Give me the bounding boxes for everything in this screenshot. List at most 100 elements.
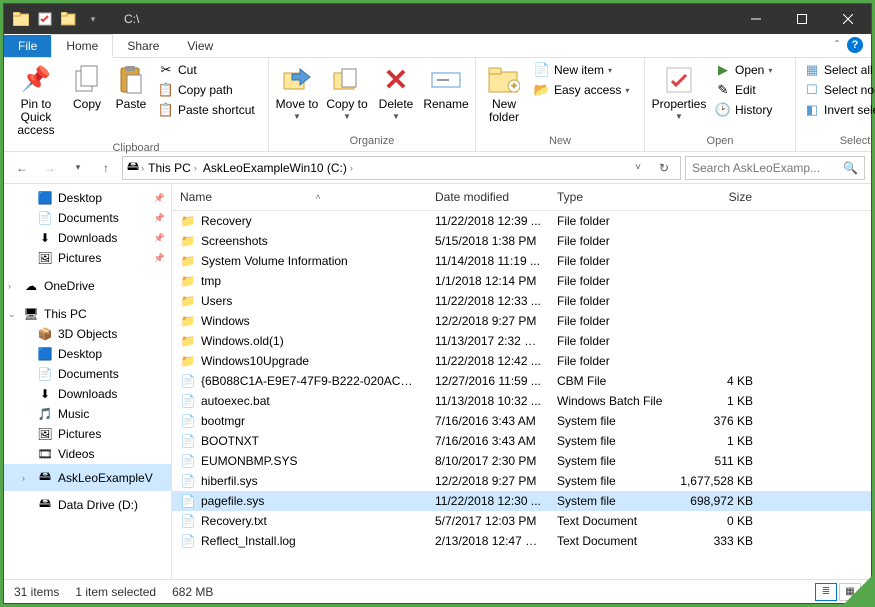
recent-locations-button[interactable]: ▾ [66, 156, 90, 180]
col-size[interactable]: Size [671, 184, 761, 210]
titlebar: ▾ C:\ [4, 4, 871, 34]
nav-item[interactable]: ›🖴Data Drive (D:) [4, 491, 171, 518]
help-icon[interactable]: ? [847, 37, 863, 53]
delete-button[interactable]: ✕ Delete▼ [373, 60, 419, 126]
file-row[interactable]: 📄{6B088C1A-E9E7-47F9-B222-020AC7154B...1… [172, 371, 871, 391]
file-row[interactable]: 📁Recovery11/22/2018 12:39 ...File folder [172, 211, 871, 231]
file-row[interactable]: 📄BOOTNXT7/16/2016 3:43 AMSystem file1 KB [172, 431, 871, 451]
nav-item[interactable]: ›⬇Downloads [4, 384, 171, 404]
invert-selection-button[interactable]: ◧Invert selection [800, 100, 875, 120]
explorer-icon [10, 8, 32, 30]
delete-icon: ✕ [380, 64, 412, 96]
file-row[interactable]: 📄bootmgr7/16/2016 3:43 AMSystem file376 … [172, 411, 871, 431]
col-type[interactable]: Type [549, 184, 671, 210]
move-to-button[interactable]: Move to▼ [273, 60, 321, 126]
nav-item[interactable]: ›📄Documents [4, 364, 171, 384]
nav-item[interactable]: ›🟦Desktop [4, 188, 171, 208]
file-row[interactable]: 📁Windows.old(1)11/13/2017 2:32 PMFile fo… [172, 331, 871, 351]
tab-share[interactable]: Share [113, 35, 173, 57]
file-list[interactable]: Name˄ Date modified Type Size 📁Recovery1… [172, 184, 871, 579]
address-dropdown-icon[interactable]: ˅ [626, 156, 650, 180]
crumb-drive[interactable]: AskLeoExampleWin10 (C:)› [201, 161, 355, 175]
file-row[interactable]: 📄hiberfil.sys12/2/2018 9:27 PMSystem fil… [172, 471, 871, 491]
status-size: 682 MB [172, 585, 213, 599]
new-item-icon: 📄 [534, 62, 550, 78]
new-item-button[interactable]: 📄New item▾ [530, 60, 640, 80]
file-row[interactable]: 📄Recovery.txt5/7/2017 12:03 PMText Docum… [172, 511, 871, 531]
pin-to-quick-access-button[interactable]: 📌 Pin to Quick access [8, 60, 64, 142]
minimize-button[interactable] [733, 4, 779, 34]
qat-newfolder-icon[interactable] [58, 8, 80, 30]
close-button[interactable] [825, 4, 871, 34]
nav-item[interactable]: ›🟦Desktop [4, 344, 171, 364]
up-button[interactable]: ↑ [94, 156, 118, 180]
history-button[interactable]: 🕑History [711, 100, 791, 120]
qat-properties-icon[interactable] [34, 8, 56, 30]
details-view-button[interactable]: ≣ [815, 583, 837, 601]
paste-shortcut-button[interactable]: 📋Paste shortcut [154, 100, 264, 120]
refresh-button[interactable]: ↻ [652, 156, 676, 180]
navigation-pane[interactable]: ›🟦Desktop›📄Documents›⬇Downloads›🖼Picture… [4, 184, 172, 579]
file-row[interactable]: 📁tmp1/1/2018 12:14 PMFile folder [172, 271, 871, 291]
open-button[interactable]: ▶Open▾ [711, 60, 791, 80]
nav-item[interactable]: ⌄🖥This PC [4, 304, 171, 324]
tab-home[interactable]: Home [51, 34, 113, 58]
collapse-ribbon-icon[interactable]: ˆ [835, 38, 839, 52]
copy-path-button[interactable]: 📋Copy path [154, 80, 264, 100]
nav-item[interactable]: ›🖴AskLeoExampleV [4, 464, 171, 491]
file-row[interactable]: 📄autoexec.bat11/13/2018 10:32 ...Windows… [172, 391, 871, 411]
file-row[interactable]: 📄pagefile.sys11/22/2018 12:30 ...System … [172, 491, 871, 511]
paste-button[interactable]: Paste [110, 60, 152, 115]
nav-item[interactable]: ›📄Documents [4, 208, 171, 228]
invert-selection-icon: ◧ [804, 102, 820, 118]
nav-item[interactable]: ›🎵Music [4, 404, 171, 424]
icons-view-button[interactable]: ▦ [839, 583, 861, 601]
tab-file[interactable]: File [4, 35, 51, 57]
cut-button[interactable]: ✂Cut [154, 60, 264, 80]
nav-item[interactable]: ›🖼Pictures [4, 424, 171, 444]
file-row[interactable]: 📁Screenshots5/15/2018 1:38 PMFile folder [172, 231, 871, 251]
qat-customize-icon[interactable]: ▾ [82, 8, 104, 30]
col-date[interactable]: Date modified [427, 184, 549, 210]
back-button[interactable]: ← [10, 156, 34, 180]
copy-path-icon: 📋 [158, 82, 174, 98]
easy-access-button[interactable]: 📂Easy access▾ [530, 80, 640, 100]
edit-button[interactable]: ✎Edit [711, 80, 791, 100]
select-all-button[interactable]: ▦Select all [800, 60, 875, 80]
search-input[interactable]: Search AskLeoExamp... 🔍 [685, 156, 865, 180]
nav-item[interactable]: ›🖼Pictures [4, 248, 171, 268]
window-title: C:\ [110, 12, 733, 26]
status-bar: 31 items 1 item selected 682 MB ≣ ▦ [4, 579, 871, 603]
new-folder-icon: ✦ [488, 64, 520, 96]
nav-item[interactable]: ›📦3D Objects [4, 324, 171, 344]
file-row[interactable]: 📄EUMONBMP.SYS8/10/2017 2:30 PMSystem fil… [172, 451, 871, 471]
select-none-button[interactable]: ☐Select none [800, 80, 875, 100]
file-row[interactable]: 📁System Volume Information11/14/2018 11:… [172, 251, 871, 271]
file-row[interactable]: 📄Reflect_Install.log2/13/2018 12:47 PMTe… [172, 531, 871, 551]
new-folder-button[interactable]: ✦ New folder [480, 60, 528, 128]
ribbon: 📌 Pin to Quick access Copy Paste ✂Cut 📋C… [4, 58, 871, 152]
tab-view[interactable]: View [173, 35, 227, 57]
easy-access-icon: 📂 [534, 82, 550, 98]
ribbon-tabs: File Home Share View ˆ ? [4, 34, 871, 58]
col-name[interactable]: Name˄ [172, 184, 427, 210]
nav-item[interactable]: ›⬇Downloads [4, 228, 171, 248]
nav-item[interactable]: ›🎞Videos [4, 444, 171, 464]
rename-button[interactable]: Rename [421, 60, 471, 115]
copy-to-button[interactable]: Copy to▼ [323, 60, 371, 126]
column-headers: Name˄ Date modified Type Size [172, 184, 871, 211]
crumb-this-pc[interactable]: This PC› [146, 161, 199, 175]
rename-icon [430, 64, 462, 96]
nav-item[interactable]: ›☁OneDrive [4, 276, 171, 296]
properties-icon [663, 64, 695, 96]
file-row[interactable]: 📁Windows10Upgrade11/22/2018 12:42 ...Fil… [172, 351, 871, 371]
properties-button[interactable]: Properties▼ [649, 60, 709, 126]
copy-button[interactable]: Copy [66, 60, 108, 115]
maximize-button[interactable] [779, 4, 825, 34]
file-row[interactable]: 📁Windows12/2/2018 9:27 PMFile folder [172, 311, 871, 331]
address-bar[interactable]: 🖴 › This PC› AskLeoExampleWin10 (C:)› ˅ … [122, 156, 681, 180]
pin-icon: 📌 [20, 64, 52, 96]
forward-button[interactable]: → [38, 156, 62, 180]
group-label-open: Open [649, 135, 791, 149]
file-row[interactable]: 📁Users11/22/2018 12:33 ...File folder [172, 291, 871, 311]
